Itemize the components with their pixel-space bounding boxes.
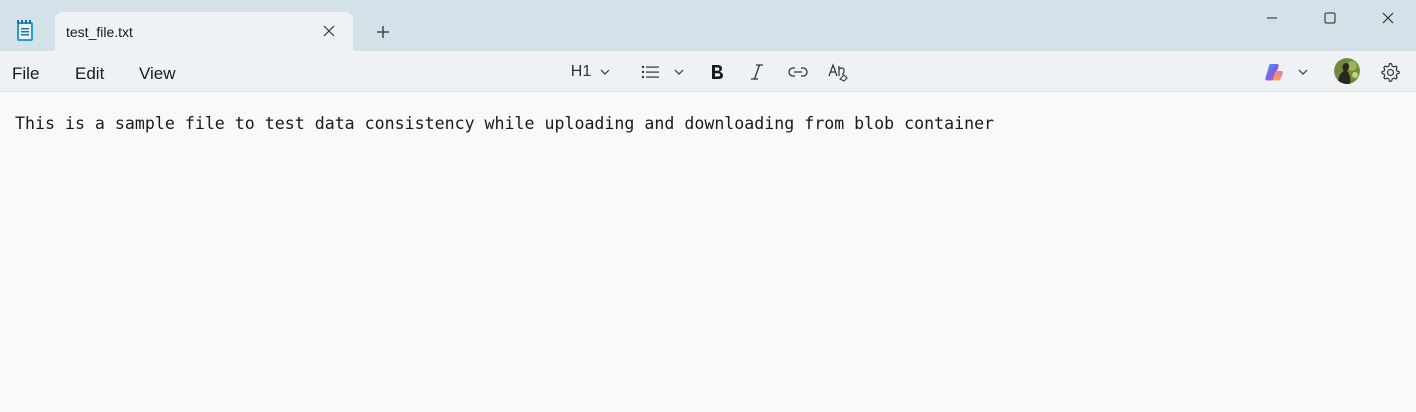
- bold-icon: [712, 65, 723, 79]
- clear-formatting-button[interactable]: [826, 60, 850, 84]
- close-window-button[interactable]: [1377, 7, 1399, 29]
- italic-icon: [751, 64, 763, 80]
- gear-icon: [1381, 62, 1400, 82]
- menu-edit[interactable]: Edit: [75, 64, 104, 84]
- heading-label: H1: [570, 63, 592, 80]
- clear-formatting-icon: [828, 63, 848, 82]
- italic-button[interactable]: [747, 60, 767, 84]
- bold-button[interactable]: [707, 60, 727, 84]
- link-icon: [788, 67, 808, 77]
- menu-bar: File Edit View H1: [0, 51, 1416, 92]
- chevron-down-icon: [600, 69, 610, 75]
- notepad-icon: [14, 19, 36, 43]
- text-editor[interactable]: This is a sample file to test data consi…: [0, 92, 1416, 412]
- tab-test-file[interactable]: test_file.txt: [55, 12, 353, 51]
- list-icon: [641, 65, 659, 79]
- chevron-down-icon: [674, 69, 684, 75]
- settings-button[interactable]: [1379, 60, 1401, 84]
- chevron-down-icon: [1298, 69, 1308, 75]
- list-dropdown[interactable]: [640, 60, 686, 84]
- menu-view[interactable]: View: [139, 64, 176, 84]
- copilot-dropdown[interactable]: [1262, 60, 1310, 84]
- heading-dropdown[interactable]: H1: [567, 60, 615, 84]
- title-bar: test_file.txt: [0, 0, 1416, 51]
- minimize-icon: [1267, 17, 1277, 19]
- close-tab-icon[interactable]: [319, 21, 339, 41]
- minimize-button[interactable]: [1261, 7, 1283, 29]
- editor-content[interactable]: This is a sample file to test data consi…: [15, 114, 994, 133]
- maximize-button[interactable]: [1319, 7, 1341, 29]
- close-icon: [1382, 12, 1394, 24]
- avatar[interactable]: [1334, 58, 1360, 84]
- menu-file[interactable]: File: [12, 64, 39, 84]
- link-button[interactable]: [786, 60, 810, 84]
- new-tab-button[interactable]: [372, 21, 394, 43]
- tab-title: test_file.txt: [66, 24, 133, 40]
- maximize-icon: [1324, 12, 1336, 24]
- copilot-icon: [1265, 64, 1283, 81]
